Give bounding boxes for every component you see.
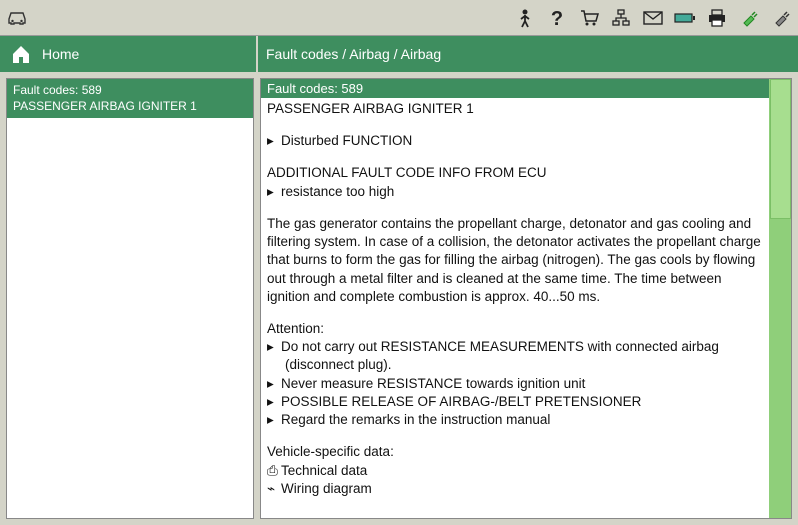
cart-icon[interactable] [578,7,600,29]
tech-data-icon: ⎙ [267,462,281,480]
sidebar: Fault codes: 589 PASSENGER AIRBAG IGNITE… [6,78,254,519]
battery-icon[interactable] [674,7,696,29]
ecu-item: resistance too high [281,183,763,201]
breadcrumb: Fault codes / Airbag / Airbag [258,36,798,72]
sidebar-fault-name: PASSENGER AIRBAG IGNITER 1 [13,99,247,115]
attention-item-cont: (disconnect plug). [267,356,763,374]
car-icon[interactable] [6,7,28,29]
vsd-link-techdata[interactable]: Technical data [281,462,763,480]
wiring-icon: ⌁ [267,480,281,498]
svg-text:?: ? [551,8,563,28]
vsd-link-wiring[interactable]: Wiring diagram [281,480,763,498]
print-icon[interactable] [706,7,728,29]
attention-item: Do not carry out RESISTANCE MEASUREMENTS… [281,338,763,356]
mail-icon[interactable] [642,7,664,29]
function-line: Disturbed FUNCTION [281,132,763,150]
sidebar-item[interactable]: Fault codes: 589 PASSENGER AIRBAG IGNITE… [7,79,253,118]
sidebar-fault-code: Fault codes: 589 [13,83,247,99]
topbar: ? [0,0,798,36]
attention-label: Attention: [267,320,763,338]
scrollbar[interactable] [769,79,791,518]
fault-title: PASSENGER AIRBAG IGNITER 1 [267,100,763,118]
home-icon [10,44,32,64]
nav-home-button[interactable]: Home [0,36,258,72]
network-icon[interactable] [610,7,632,29]
ecu-header: ADDITIONAL FAULT CODE INFO FROM ECU [267,164,763,182]
attention-item: POSSIBLE RELEASE OF AIRBAG-/BELT PRETENS… [281,393,763,411]
person-icon[interactable] [514,7,536,29]
content-body: PASSENGER AIRBAG IGNITER 1 ▸Disturbed FU… [261,98,769,504]
connector-green-icon[interactable] [738,7,760,29]
attention-item: Regard the remarks in the instruction ma… [281,411,763,429]
nav-home-label: Home [42,46,79,62]
breadcrumb-text: Fault codes / Airbag / Airbag [266,46,441,62]
attention-item: Never measure RESISTANCE towards ignitio… [281,375,763,393]
content-header: Fault codes: 589 [261,79,769,98]
help-icon[interactable]: ? [546,7,568,29]
description: The gas generator contains the propellan… [267,215,763,306]
vsd-label: Vehicle-specific data: [267,443,763,461]
content-panel: Fault codes: 589 PASSENGER AIRBAG IGNITE… [260,78,792,519]
scrollbar-thumb[interactable] [770,79,791,219]
navbar: Home Fault codes / Airbag / Airbag [0,36,798,72]
connector-icon[interactable] [770,7,792,29]
